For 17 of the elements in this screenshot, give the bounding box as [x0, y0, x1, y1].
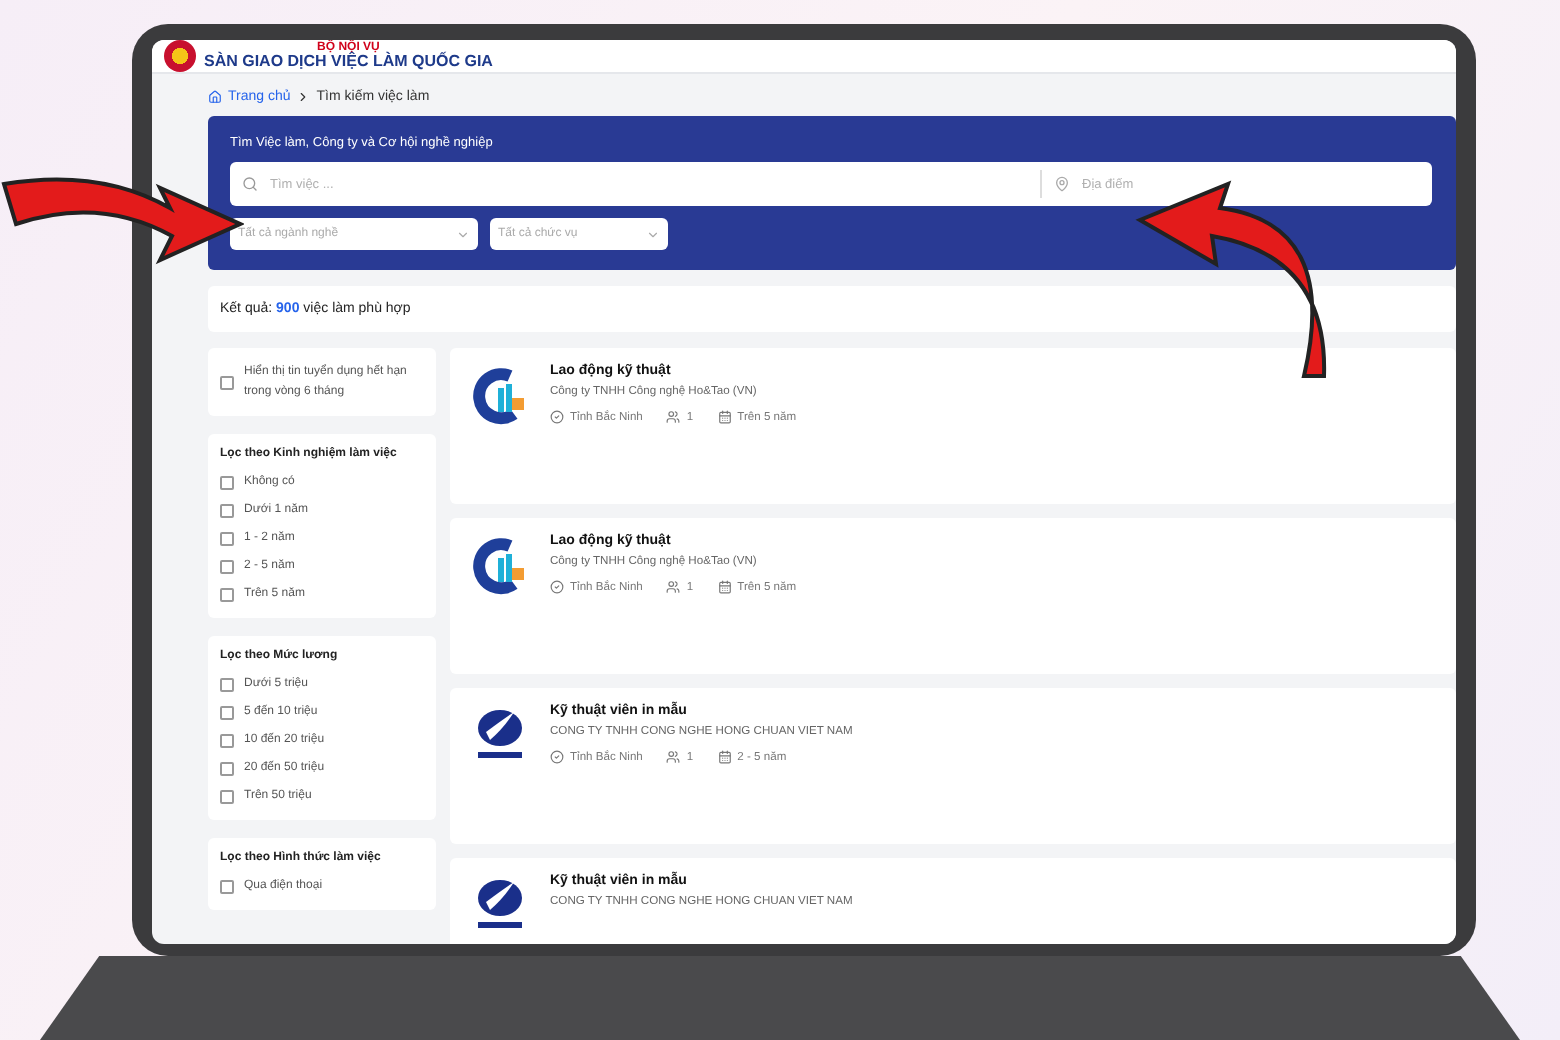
emblem-icon	[164, 40, 196, 72]
people-icon	[666, 410, 681, 424]
calendar-icon	[717, 410, 732, 424]
chevron-icon	[296, 90, 311, 104]
calendar-icon	[717, 580, 732, 594]
calendar-icon	[717, 750, 732, 764]
location-pin-icon	[1054, 176, 1070, 192]
people-icon	[666, 750, 681, 764]
search-icon	[242, 176, 258, 192]
chevron-down-icon	[646, 227, 660, 241]
check-circle-icon	[550, 580, 564, 594]
home-icon	[208, 90, 222, 104]
chevron-down-icon	[456, 227, 470, 241]
people-icon	[666, 580, 681, 594]
check-circle-icon	[550, 750, 564, 764]
site-title: SÀN GIAO DỊCH VIỆC LÀM QUỐC GIA	[204, 54, 493, 70]
check-circle-icon	[550, 410, 564, 424]
